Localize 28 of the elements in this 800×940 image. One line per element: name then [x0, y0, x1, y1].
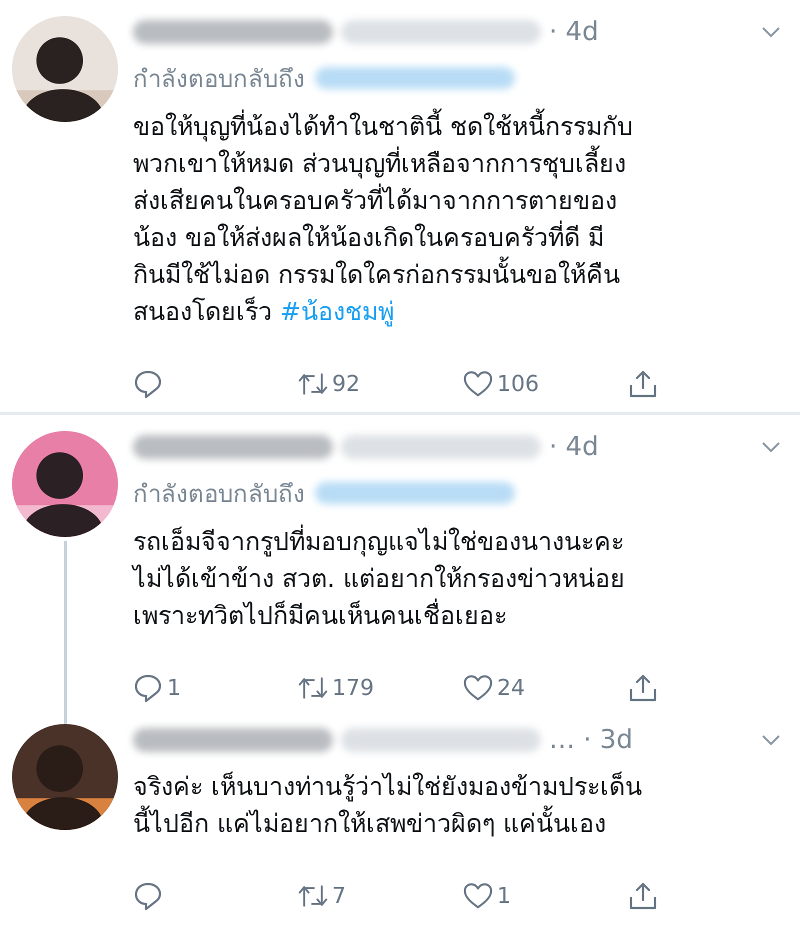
- timestamp: · 4d: [549, 17, 599, 47]
- retweet-count: 179: [332, 676, 374, 700]
- reply-icon[interactable]: [133, 673, 163, 703]
- like-count: 1: [497, 884, 511, 908]
- chevron-icon[interactable]: [761, 734, 781, 746]
- heart-icon[interactable]: [463, 881, 493, 911]
- heart-icon[interactable]: [463, 369, 493, 399]
- reply-label: กำลังตอบกลับถึง: [133, 478, 305, 510]
- tweet-text: ขอให้บุญที่น้องได้ทำในชาตินี้ ชดใช้หนี้กรรมกับ พวกเขาให้หมด ส่วนบุญที่เหลือจากการชุบเลี้ยง ส่งเสียคนในครอบครัวที่ได้มาจากการตายของ น้อง ขอให้ส่งผลให้น้องเกิดในครอบครัวที่ดี มี กินมีใช้ไม่อด กรรมใดใครก่อกรรมนั้นขอให้คืน สนองโดยเร็ว #น้องชมพู่: [133, 108, 793, 330]
- tweet-text: จริงค่ะ เห็นบางท่านรู้ว่าไม่ใช่ยังมองข้ามประเด็น นี้ไปอีก แค่ไม่อยากให้เสพข่าวผิดๆ แค่นั้นเอง: [133, 770, 643, 840]
- retweet-count: 7: [332, 884, 346, 908]
- reply-count: 1: [167, 676, 181, 700]
- tweet-text: รถเอ็มจีจากรูปที่มอบกุญแจไม่ใช่ของนางนะคะ ไม่ได้เข้าข้าง สวต. แต่อยากให้กรองข่าวหน่อย เพราะทวิตไปก็มีคนเห็นคนเชื่อเยอะ: [133, 523, 793, 634]
- share-icon[interactable]: [628, 881, 658, 911]
- share-icon[interactable]: [628, 369, 658, 399]
- like-count: 106: [497, 372, 539, 396]
- reply-icon[interactable]: [133, 881, 163, 911]
- like-count: 24: [497, 676, 525, 700]
- timestamp: · 4d: [549, 432, 599, 462]
- heart-icon[interactable]: [463, 673, 493, 703]
- chevron-icon[interactable]: [761, 26, 781, 38]
- hashtag-link[interactable]: #น้องชมพู่: [280, 297, 394, 326]
- share-icon[interactable]: [628, 673, 658, 703]
- reply-label: กำลังตอบกลับถึง: [133, 64, 305, 94]
- retweet-count: 92: [332, 372, 360, 396]
- timestamp: … · 3d: [549, 725, 633, 755]
- reply-icon[interactable]: [133, 369, 163, 399]
- chevron-icon[interactable]: [761, 441, 781, 453]
